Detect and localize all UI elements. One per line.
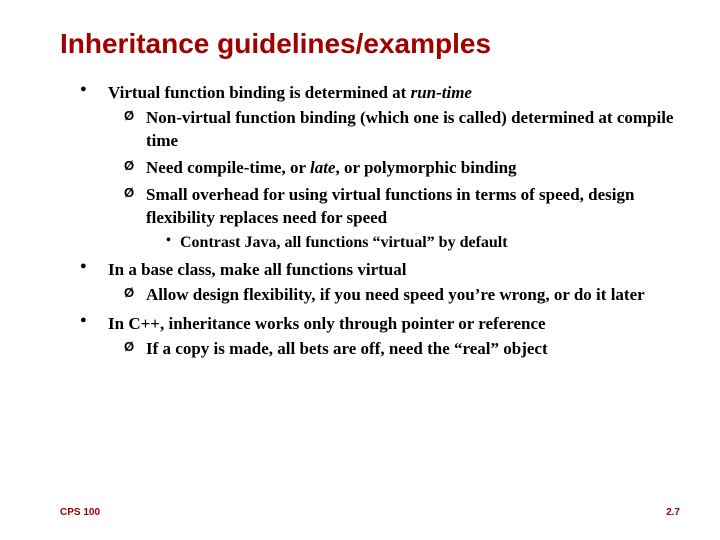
bullet-1-sub-1: Non-virtual function binding (which one … — [124, 107, 680, 153]
bullet-1-sub-2: Need compile-time, or late, or polymorph… — [124, 157, 680, 180]
bullet-1-sub-3: Small overhead for using virtual functio… — [124, 184, 680, 253]
bullet-2-text: In a base class, make all functions virt… — [108, 260, 406, 279]
footer: CPS 100 2.7 — [60, 507, 680, 518]
bullet-3: In C++, inheritance works only through p… — [80, 313, 680, 361]
bullet-1-em: run-time — [411, 83, 472, 102]
bullet-3-sub-1: If a copy is made, all bets are off, nee… — [124, 338, 680, 361]
bullet-2-sub-1: Allow design flexibility, if you need sp… — [124, 284, 680, 307]
bullet-3-text: In C++, inheritance works only through p… — [108, 314, 546, 333]
bullet-1-sub-3-list: Contrast Java, all functions “virtual” b… — [166, 232, 680, 254]
slide: Inheritance guidelines/examples Virtual … — [0, 0, 720, 540]
bullet-1-text-a: Virtual function binding is determined a… — [108, 83, 411, 102]
bullet-1-sublist: Non-virtual function binding (which one … — [124, 107, 680, 253]
bullet-3-sublist: If a copy is made, all bets are off, nee… — [124, 338, 680, 361]
bullet-1: Virtual function binding is determined a… — [80, 82, 680, 253]
bullet-1-sub-2b: , or polymorphic binding — [335, 158, 516, 177]
slide-title: Inheritance guidelines/examples — [60, 28, 680, 60]
bullet-1-sub-3-d1: Contrast Java, all functions “virtual” b… — [166, 232, 680, 254]
bullet-1-sub-2a: Need compile-time, or — [146, 158, 310, 177]
bullet-1-sub-3-text: Small overhead for using virtual functio… — [146, 185, 634, 227]
bullet-1-sub-2em: late — [310, 158, 336, 177]
footer-left: CPS 100 — [60, 507, 100, 518]
footer-right: 2.7 — [666, 507, 680, 518]
bullet-2-sublist: Allow design flexibility, if you need sp… — [124, 284, 680, 307]
bullet-2: In a base class, make all functions virt… — [80, 259, 680, 307]
bullet-list: Virtual function binding is determined a… — [80, 82, 680, 361]
